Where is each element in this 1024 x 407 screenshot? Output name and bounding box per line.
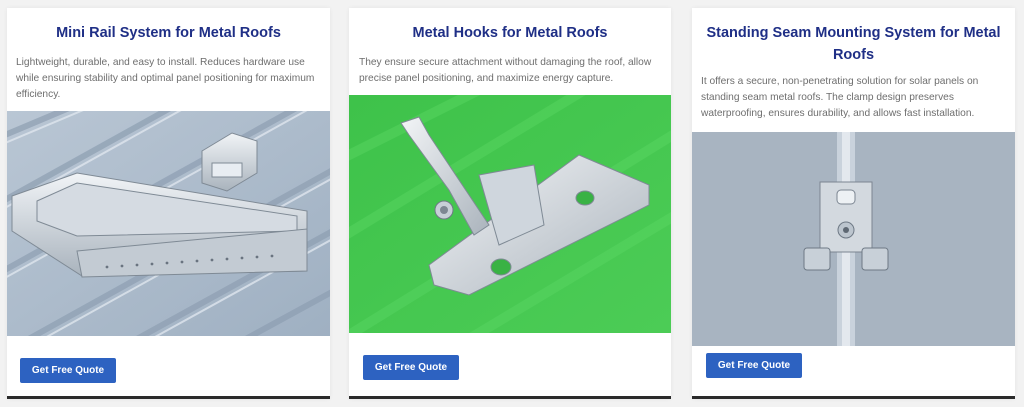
get-quote-button[interactable]: Get Free Quote — [706, 353, 802, 378]
card-title: Mini Rail System for Metal Roofs — [56, 25, 281, 41]
get-quote-button[interactable]: Get Free Quote — [20, 358, 116, 383]
product-image-metal-hooks — [349, 95, 671, 333]
card-description: Lightweight, durable, and easy to instal… — [16, 57, 315, 100]
product-image-standing-seam — [692, 132, 1015, 346]
card-description: They ensure secure attachment without da… — [359, 57, 652, 84]
card-title: Standing Seam Mounting System for Metal … — [706, 25, 1001, 63]
product-image-mini-rail — [7, 111, 330, 336]
card-title: Metal Hooks for Metal Roofs — [412, 25, 608, 41]
product-card-mini-rail: Mini Rail System for Metal Roofs Lightwe… — [7, 8, 330, 399]
product-card-metal-hooks: Metal Hooks for Metal Roofs They ensure … — [349, 8, 671, 399]
card-description: It offers a secure, non-penetrating solu… — [701, 76, 979, 119]
get-quote-button[interactable]: Get Free Quote — [363, 355, 459, 380]
product-card-standing-seam: Standing Seam Mounting System for Metal … — [692, 8, 1015, 399]
